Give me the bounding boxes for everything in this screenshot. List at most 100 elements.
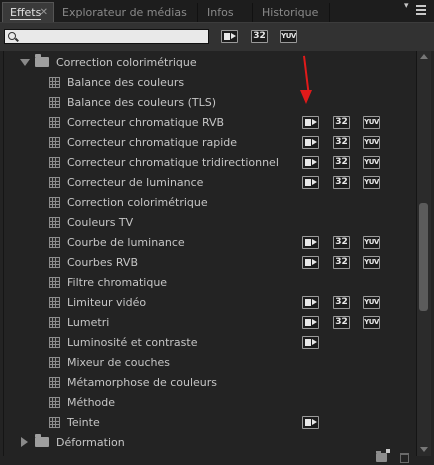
yuv-badge: YUV [363, 136, 380, 149]
tab-effets[interactable]: Effets ✕ [2, 2, 54, 22]
effect-row[interactable]: Mixeur de couches [4, 353, 417, 373]
effects-panel: Effets ✕ Explorateur de médias Infos His… [0, 0, 434, 465]
new-custom-bin-icon[interactable] [376, 449, 390, 462]
tab-infos[interactable]: Infos [200, 3, 253, 22]
bottom-bar [0, 456, 434, 465]
scroll-down-icon[interactable] [420, 447, 428, 452]
effect-row[interactable]: Courbe de luminance 32 YUV [4, 233, 417, 253]
tab-label: Effets [10, 6, 42, 20]
disclosure-triangle-expanded-icon[interactable] [20, 59, 30, 66]
search-field[interactable] [4, 29, 209, 44]
trash-icon[interactable] [400, 453, 409, 463]
accelerated-effect-icon [302, 296, 319, 309]
close-icon[interactable]: ✕ [40, 3, 48, 22]
effect-label: Courbes RVB [67, 256, 138, 269]
effect-row[interactable]: Limiteur vidéo 32 YUV [4, 293, 417, 313]
yuv-badge: YUV [363, 236, 380, 249]
video-effect-icon [49, 237, 60, 248]
effect-label: Filtre chromatique [67, 276, 168, 289]
accelerated-effect-icon [302, 236, 319, 249]
video-effect-icon [49, 177, 60, 188]
accelerated-effects-filter-icon[interactable] [221, 30, 238, 43]
video-effect-icon [49, 417, 60, 428]
accelerated-effect-icon [302, 116, 319, 129]
effect-label: Balance des couleurs [67, 76, 185, 89]
vertical-scrollbar[interactable] [416, 51, 431, 456]
chevron-down-icon: ▾ [404, 1, 409, 11]
yuv-badge: YUV [363, 296, 380, 309]
video-effect-icon [49, 337, 60, 348]
video-effect-icon [49, 157, 60, 168]
accelerated-effect-icon [302, 336, 319, 349]
menu-lines-icon [416, 5, 426, 15]
effect-label: Couleurs TV [67, 216, 134, 229]
video-effect-icon [49, 77, 60, 88]
yuv-filter-button[interactable]: YUV [280, 30, 297, 43]
folder-label: Déformation [56, 436, 125, 449]
effect-row[interactable]: Balance des couleurs (TLS) [4, 93, 417, 113]
32-bit-filter-button[interactable]: 32 [251, 30, 268, 43]
yuv-badge: YUV [363, 176, 380, 189]
yuv-badge: YUV [363, 316, 380, 329]
effect-row[interactable]: Courbes RVB 32 YUV [4, 253, 417, 273]
effect-row[interactable]: Métamorphose de couleurs [4, 373, 417, 393]
accelerated-effect-icon [302, 416, 319, 429]
folder-row-expanded[interactable]: Correction colorimétrique [4, 53, 417, 73]
yuv-badge: YUV [363, 116, 380, 129]
accelerated-effect-icon [302, 256, 319, 269]
folder-icon [35, 434, 49, 447]
search-input[interactable] [21, 30, 206, 43]
effect-label: Courbe de luminance [67, 236, 185, 249]
effect-label: Correcteur chromatique rapide [67, 136, 238, 149]
tab-label: Infos [207, 6, 234, 19]
folder-label: Correction colorimétrique [56, 56, 197, 69]
search-toolbar: 32 YUV [0, 22, 434, 51]
effect-label: Mixeur de couches [67, 356, 170, 369]
video-effect-icon [49, 137, 60, 148]
32-bit-badge: 32 [333, 156, 350, 169]
scroll-up-icon[interactable] [420, 54, 428, 59]
accelerated-effect-icon [302, 156, 319, 169]
effect-label: Balance des couleurs (TLS) [67, 96, 217, 109]
32-bit-badge: 32 [333, 136, 350, 149]
panel-menu-button[interactable]: ▾ [404, 1, 426, 18]
video-effect-icon [49, 297, 60, 308]
effect-row[interactable]: Correcteur chromatique rapide 32 YUV [4, 133, 417, 153]
effect-row[interactable]: Balance des couleurs [4, 73, 417, 93]
effect-label: Correcteur de luminance [67, 176, 204, 189]
video-effect-icon [49, 117, 60, 128]
tab-explorateur-de-medias[interactable]: Explorateur de médias [55, 3, 198, 22]
effect-row[interactable]: Couleurs TV [4, 213, 417, 233]
folder-row-collapsed[interactable]: Déformation [4, 433, 417, 453]
effect-row[interactable]: Correcteur de luminance 32 YUV [4, 173, 417, 193]
video-effect-icon [49, 377, 60, 388]
disclosure-triangle-collapsed-icon[interactable] [21, 437, 28, 447]
effect-row[interactable]: Correcteur chromatique RVB 32 YUV [4, 113, 417, 133]
effect-row[interactable]: Filtre chromatique [4, 273, 417, 293]
effects-tree: Correction colorimétrique Balance des co… [3, 51, 418, 457]
search-icon [8, 32, 16, 40]
effect-label: Lumetri [67, 316, 110, 329]
effect-row[interactable]: Luminosité et contraste [4, 333, 417, 353]
yuv-badge: YUV [363, 256, 380, 269]
effect-row[interactable]: Correction colorimétrique [4, 193, 417, 213]
scrollbar-thumb[interactable] [419, 203, 428, 311]
tab-label: Historique [262, 6, 319, 19]
effect-row[interactable]: Correcteur chromatique tridirectionnel 32… [4, 153, 417, 173]
video-effect-icon [49, 257, 60, 268]
32-bit-badge: 32 [333, 116, 350, 129]
effect-label: Correction colorimétrique [67, 196, 208, 209]
effect-label: Correcteur chromatique RVB [67, 116, 225, 129]
effect-row[interactable]: Méthode [4, 393, 417, 413]
32-bit-badge: 32 [333, 236, 350, 249]
video-effect-icon [49, 397, 60, 408]
effect-row[interactable]: Teinte [4, 413, 417, 433]
video-effect-icon [49, 357, 60, 368]
accelerated-effect-icon [302, 176, 319, 189]
effect-row[interactable]: Lumetri 32 YUV [4, 313, 417, 333]
tab-historique[interactable]: Historique [255, 3, 330, 22]
effect-label: Métamorphose de couleurs [67, 376, 218, 389]
video-effect-icon [49, 317, 60, 328]
video-effect-icon [49, 277, 60, 288]
32-bit-badge: 32 [333, 256, 350, 269]
